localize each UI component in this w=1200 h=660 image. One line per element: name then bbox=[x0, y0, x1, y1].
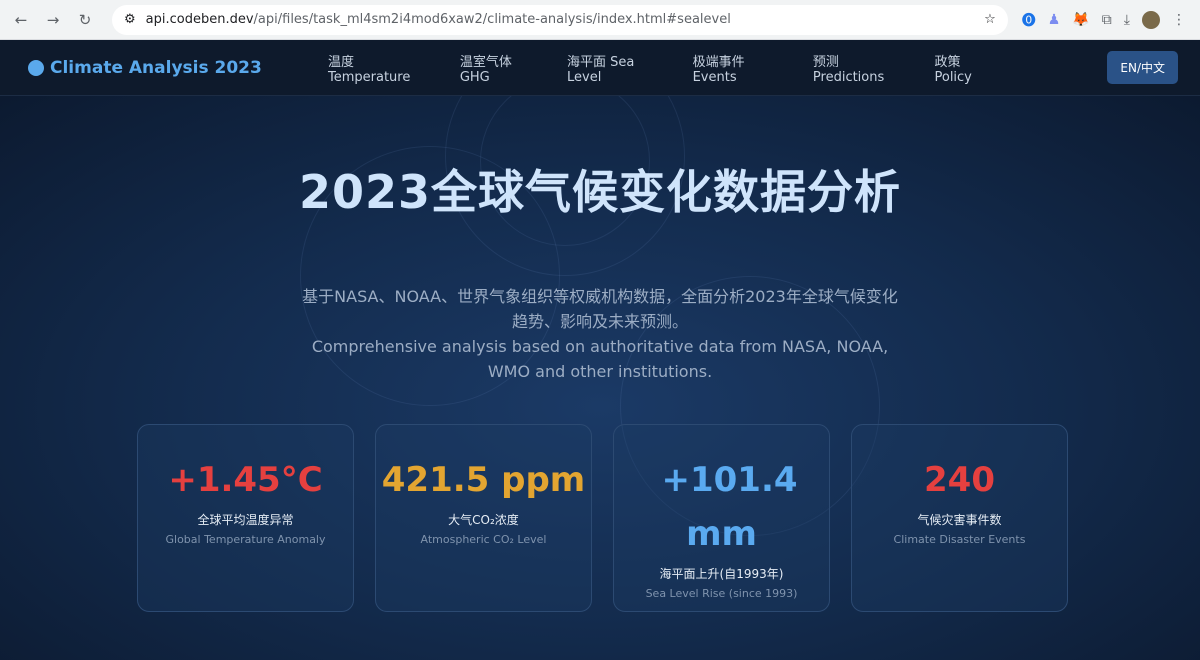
site-logo[interactable]: Climate Analysis 2023 bbox=[28, 58, 328, 78]
stat-label-zh: 海平面上升(自1993年) bbox=[659, 567, 784, 581]
subtitle-zh: 基于NASA、NOAA、世界气象组织等权威机构数据，全面分析2023年全球气候变… bbox=[302, 287, 898, 331]
nav-ghg[interactable]: 温室气体 GHG bbox=[460, 51, 540, 85]
site-info-icon[interactable]: ⚙ bbox=[124, 12, 136, 27]
url-host: api.codeben.dev bbox=[145, 12, 254, 27]
stat-value: +101.4 mm bbox=[661, 460, 798, 554]
page-title: 2023全球气候变化数据分析 bbox=[298, 165, 902, 219]
stat-card-temperature: +1.45°C 全球平均温度异常 Global Temperature Anomal… bbox=[137, 424, 354, 612]
stat-card-co2: 421.5 ppm 大气CO₂浓度 Atmospheric CO₂ Level bbox=[375, 424, 592, 612]
address-bar[interactable]: ⚙ api.codeben.dev/api/files/task_ml4sm2i… bbox=[112, 4, 1008, 35]
stat-card-disasters: 240 气候灾害事件数 Climate Disaster Events bbox=[851, 424, 1068, 612]
password-extension-icon[interactable]: ⓿ bbox=[1022, 10, 1036, 30]
stat-label-zh: 气候灾害事件数 bbox=[917, 513, 1002, 527]
nav-events[interactable]: 极端事件 Events bbox=[693, 51, 786, 85]
profile-avatar[interactable] bbox=[1142, 10, 1160, 29]
language-toggle-button[interactable]: EN/中文 bbox=[1107, 51, 1178, 84]
menu-kebab-icon[interactable]: ⋮ bbox=[1172, 12, 1186, 28]
stat-label-zh: 大气CO₂浓度 bbox=[448, 513, 519, 527]
browser-toolbar: ← → ↻ ⚙ api.codeben.dev/api/files/task_m… bbox=[0, 0, 1200, 40]
stat-label-en: Atmospheric CO₂ Level bbox=[420, 533, 547, 546]
nav-predictions[interactable]: 预测 Predictions bbox=[813, 51, 908, 85]
logo-text: Climate Analysis 2023 bbox=[50, 57, 262, 78]
back-icon[interactable]: ← bbox=[8, 7, 34, 33]
forward-icon[interactable]: → bbox=[40, 7, 66, 33]
stat-value: 240 bbox=[924, 460, 995, 500]
stat-label-en: Global Temperature Anomaly bbox=[165, 533, 326, 546]
nav-temperature[interactable]: 温度 Temperature bbox=[328, 51, 433, 85]
nav-policy[interactable]: 政策 Policy bbox=[934, 51, 997, 85]
stat-value: 421.5 ppm bbox=[381, 460, 586, 500]
extensions-puzzle-icon[interactable]: ⧉ bbox=[1102, 12, 1112, 28]
reload-icon[interactable]: ↻ bbox=[72, 7, 98, 33]
bookmark-star-icon[interactable]: ☆ bbox=[984, 12, 996, 27]
hero-section: 2023全球气候变化数据分析 基于NASA、NOAA、世界气象组织等权威机构数据… bbox=[0, 96, 1200, 660]
stat-label-en: Climate Disaster Events bbox=[893, 533, 1026, 546]
stat-value: +1.45°C bbox=[168, 460, 323, 500]
subtitle-en: Comprehensive analysis based on authorit… bbox=[311, 337, 889, 381]
stat-card-sea-level: +101.4 mm 海平面上升(自1993年) Sea Level Rise (si… bbox=[613, 424, 830, 612]
download-icon[interactable]: ⤓ bbox=[1124, 12, 1130, 28]
metamask-icon[interactable]: 🦊 bbox=[1072, 12, 1089, 28]
extension-icon[interactable]: ♟ bbox=[1048, 12, 1061, 28]
nav-sea-level[interactable]: 海平面 Sea Level bbox=[567, 51, 666, 85]
stat-label-zh: 全球平均温度异常 bbox=[197, 513, 294, 527]
globe-icon bbox=[28, 59, 44, 76]
site-nav: Climate Analysis 2023 温度 Temperature 温室气… bbox=[0, 40, 1200, 96]
url-path: /api/files/task_ml4sm2i4mod6xaw2/climate… bbox=[253, 12, 731, 27]
stat-label-en: Sea Level Rise (since 1993) bbox=[645, 587, 798, 600]
